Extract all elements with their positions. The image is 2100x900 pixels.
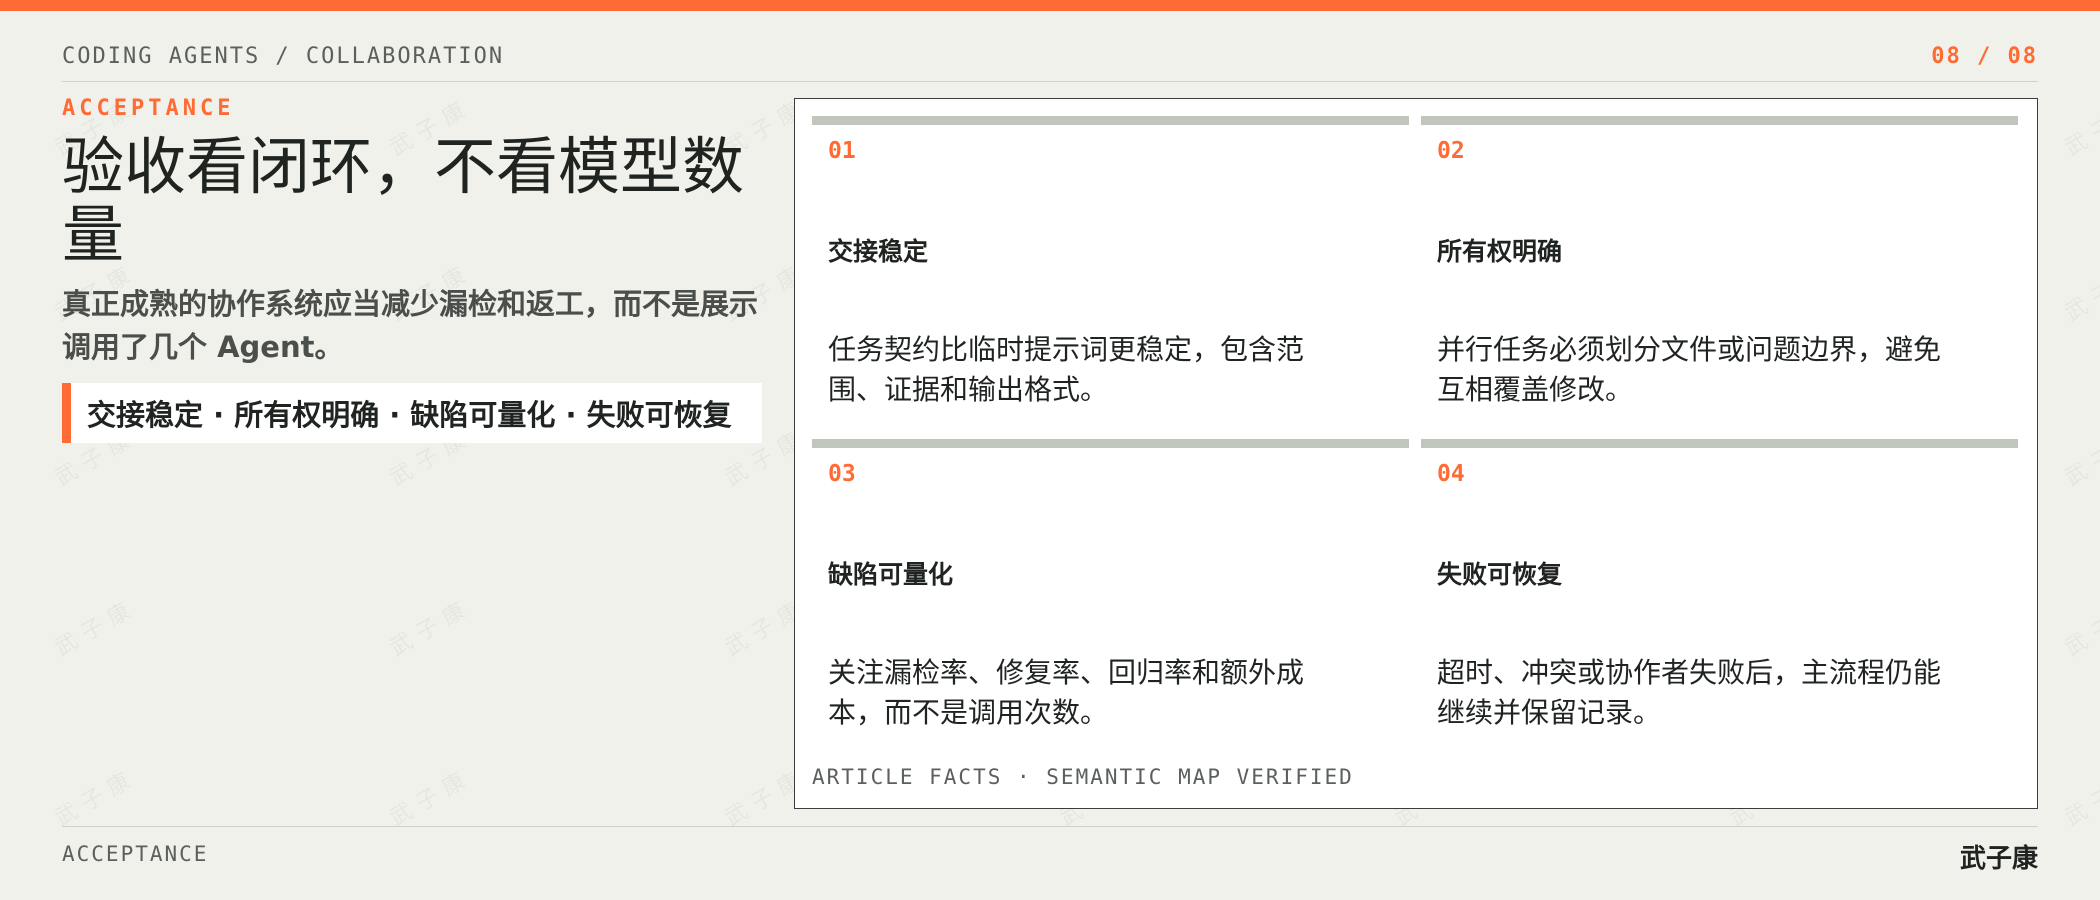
card-divider	[812, 116, 1409, 125]
watermark-text: 武子康	[2058, 90, 2100, 163]
card-number: 03	[828, 461, 856, 487]
card-body: 并行任务必须划分文件或问题边界，避免互相覆盖修改。	[1437, 333, 1942, 406]
card-title: 失败可恢复	[1437, 560, 1563, 589]
watermark-text: 武子康	[48, 760, 142, 833]
card-body: 任务契约比临时提示词更稳定，包含范围、证据和输出格式。	[828, 333, 1305, 406]
watermark-text: 武子康	[383, 760, 477, 833]
page-header: CODING AGENTS / COLLABORATION 08 / 08	[62, 40, 2038, 82]
page-title: 验收看闭环，不看模型数量	[62, 130, 745, 271]
breadcrumb: CODING AGENTS / COLLABORATION	[62, 44, 505, 69]
watermark-text: 武子康	[2058, 590, 2100, 663]
accent-top-bar	[0, 0, 2100, 11]
card-number: 01	[828, 138, 856, 164]
footer-author: 武子康	[1959, 844, 2038, 874]
card-number: 04	[1437, 461, 1465, 487]
section-eyebrow: ACCEPTANCE	[62, 96, 235, 121]
page-subtitle: 真正成熟的协作系统应当减少漏检和返工，而不是展示调用了几个 Agent。	[62, 287, 759, 364]
card-number: 02	[1437, 138, 1465, 164]
criteria-panel: 01 交接稳定 任务契约比临时提示词更稳定，包含范围、证据和输出格式。 02 所…	[794, 98, 2038, 809]
hero-section: ACCEPTANCE 验收看闭环，不看模型数量 真正成熟的协作系统应当减少漏检和…	[62, 96, 762, 443]
watermark-text: 武子康	[48, 590, 142, 663]
watermark-text: 武子康	[2058, 420, 2100, 493]
criteria-card: 03 缺陷可量化 关注漏检率、修复率、回归率和额外成本，而不是调用次数。	[812, 439, 1409, 739]
card-body: 关注漏检率、修复率、回归率和额外成本，而不是调用次数。	[828, 656, 1305, 729]
watermark-text: 武子康	[2058, 760, 2100, 833]
criteria-card: 01 交接稳定 任务契约比临时提示词更稳定，包含范围、证据和输出格式。	[812, 116, 1409, 416]
card-body: 超时、冲突或协作者失败后，主流程仍能继续并保留记录。	[1437, 656, 1942, 729]
page-number: 08 / 08	[1931, 44, 2038, 69]
summary-callout-text: 交接稳定 · 所有权明确 · 缺陷可量化 · 失败可恢复	[87, 398, 732, 432]
criteria-card: 04 失败可恢复 超时、冲突或协作者失败后，主流程仍能继续并保留记录。	[1421, 439, 2018, 739]
watermark-text: 武子康	[2058, 255, 2100, 328]
card-divider	[1421, 439, 2018, 448]
criteria-card: 02 所有权明确 并行任务必须划分文件或问题边界，避免互相覆盖修改。	[1421, 116, 2018, 416]
card-title: 交接稳定	[828, 237, 929, 266]
watermark-text: 武子康	[383, 590, 477, 663]
card-divider	[812, 439, 1409, 448]
card-divider	[1421, 116, 2018, 125]
card-title: 所有权明确	[1437, 237, 1563, 266]
footer-divider	[62, 826, 2038, 827]
summary-callout: 交接稳定 · 所有权明确 · 缺陷可量化 · 失败可恢复	[62, 383, 762, 443]
footer-section-label: ACCEPTANCE	[62, 842, 209, 866]
panel-footnote: ARTICLE FACTS · SEMANTIC MAP VERIFIED	[812, 765, 1354, 789]
card-title: 缺陷可量化	[828, 560, 954, 589]
